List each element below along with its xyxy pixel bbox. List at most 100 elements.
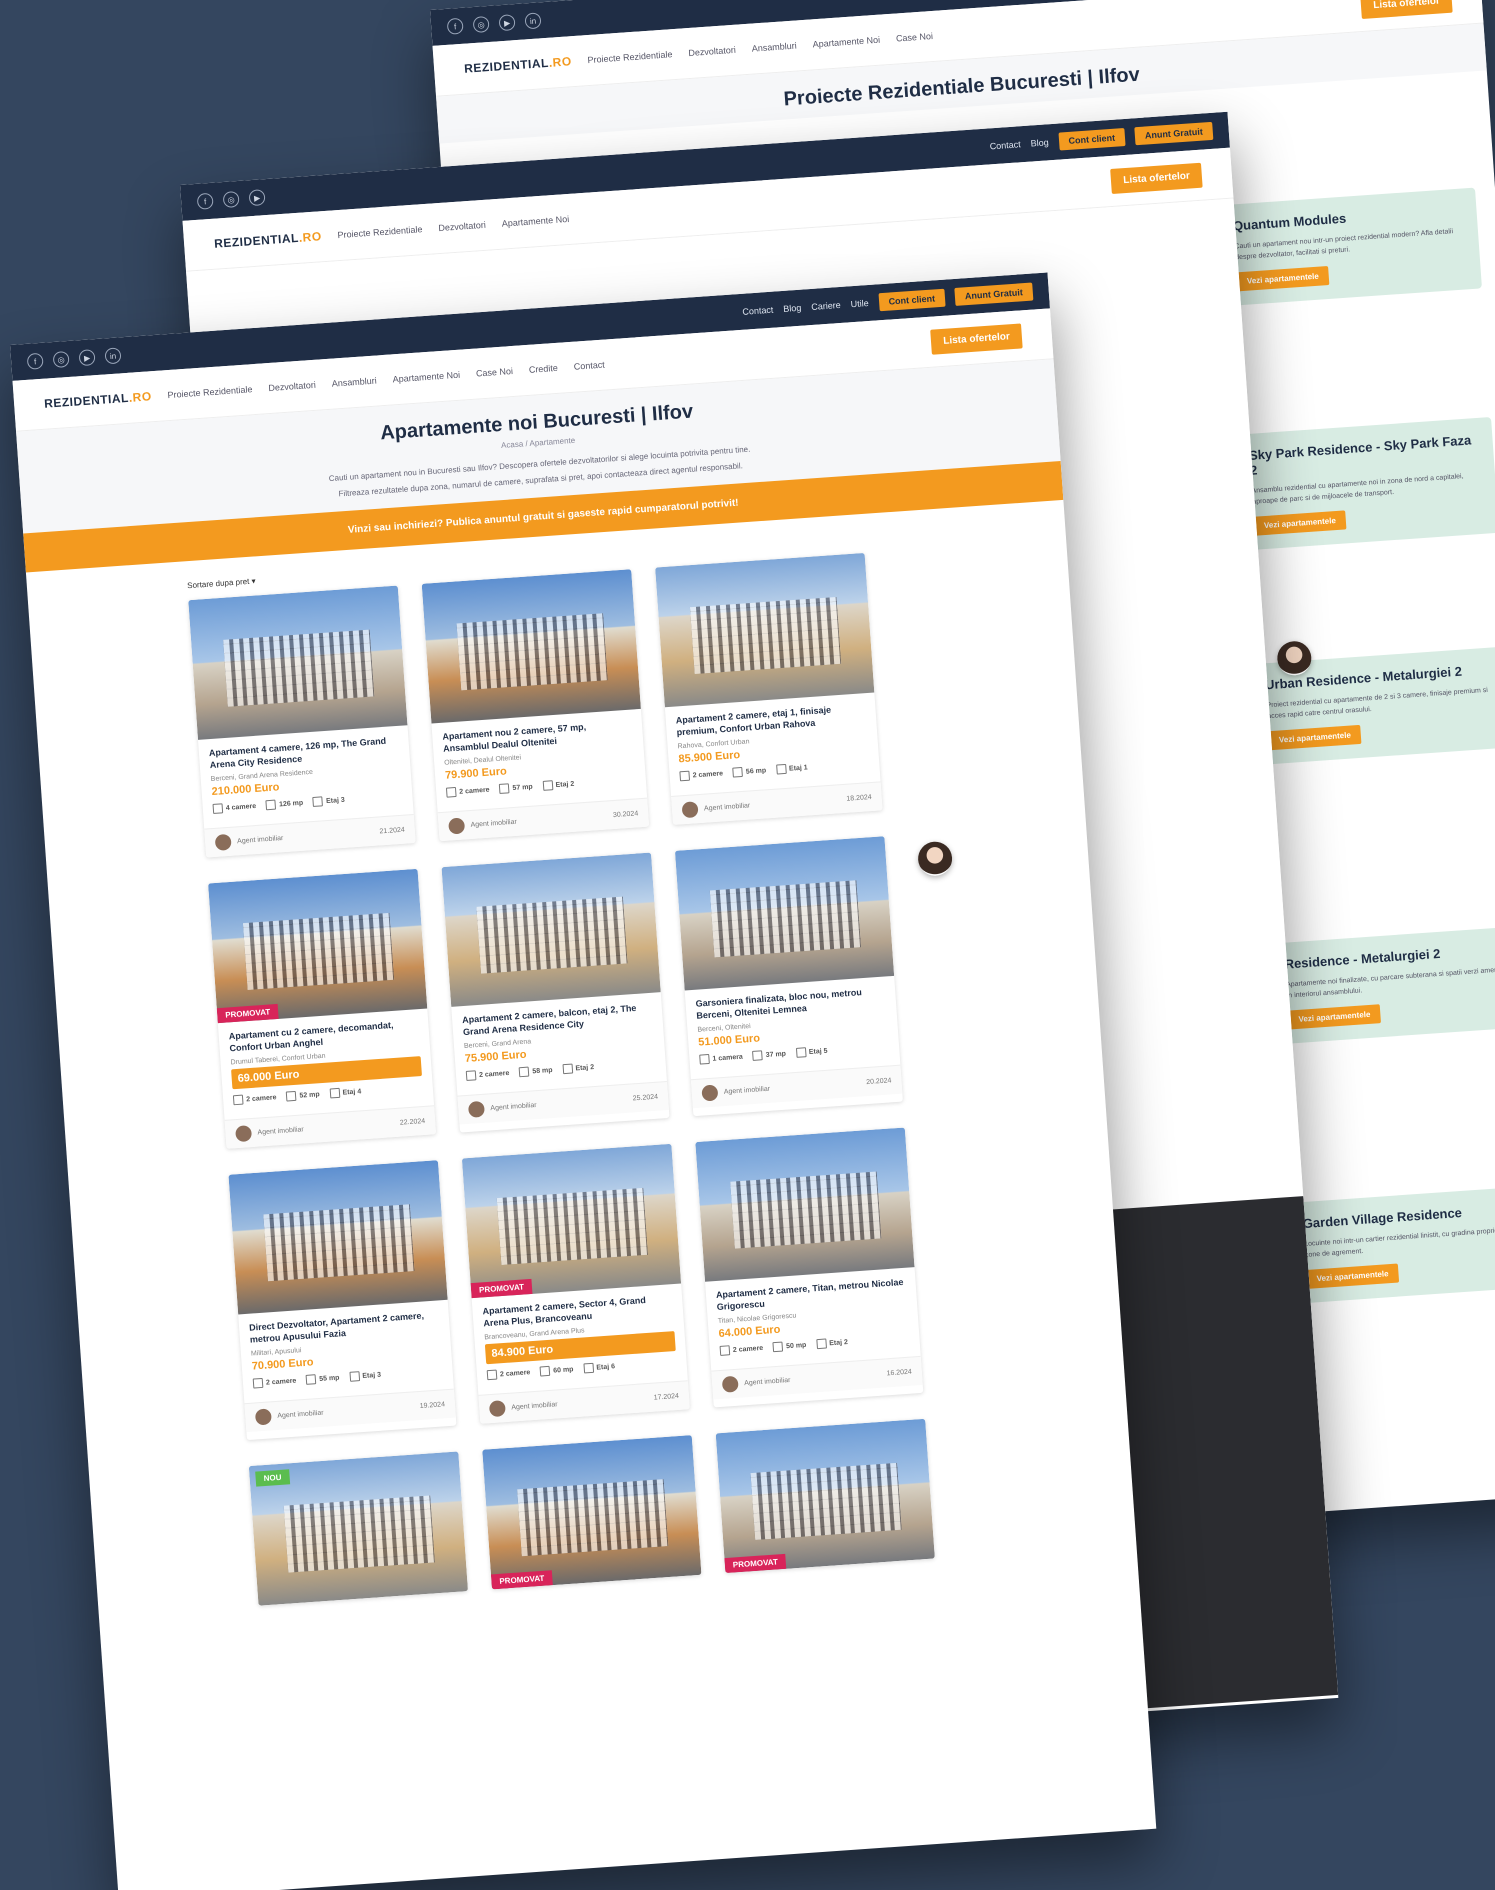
listing-card[interactable]: NOU — [248, 1451, 469, 1606]
instagram-icon[interactable]: ◎ — [52, 350, 70, 369]
listing-photo[interactable] — [228, 1160, 448, 1315]
instagram-icon[interactable]: ◎ — [472, 15, 490, 34]
listing-photo[interactable] — [441, 852, 661, 1007]
listing-area: 57 mp — [512, 783, 533, 792]
listing-photo[interactable] — [695, 1127, 915, 1282]
listing-photo[interactable] — [188, 585, 408, 740]
project-card[interactable]: Residence - Metalurgiei 2 Apartamente no… — [1269, 925, 1495, 1045]
rooms-icon — [252, 1377, 264, 1389]
youtube-icon[interactable]: ▶ — [498, 14, 516, 32]
facebook-icon[interactable]: f — [446, 17, 464, 35]
listing-floor: Etaj 4 — [342, 1087, 362, 1097]
listing-rooms: 2 camere — [692, 769, 724, 779]
facebook-icon[interactable]: f — [196, 192, 214, 210]
project-card[interactable]: Quantum Modules Cauti un apartament nou … — [1217, 187, 1482, 307]
facebook-icon[interactable]: f — [26, 352, 44, 370]
nav-item-houses[interactable]: Case Noi — [896, 31, 934, 44]
listing-rooms: 4 camere — [225, 802, 257, 812]
offers-list-button[interactable]: Lista ofertelor — [1110, 162, 1203, 194]
topbar-link-contact[interactable]: Contact — [742, 305, 774, 317]
nav-item-projects[interactable]: Proiecte Rezidentiale — [337, 224, 423, 240]
floor-icon — [775, 763, 787, 775]
project-button[interactable]: Vezi apartamentele — [1287, 1004, 1382, 1030]
listing-card[interactable]: Garsoniera finalizata, bloc nou, metrou … — [674, 836, 903, 1117]
topbar-link-blog[interactable]: Blog — [783, 303, 802, 314]
listing-card[interactable]: Direct Dezvoltator, Apartament 2 camere,… — [228, 1160, 457, 1441]
linkedin-icon[interactable]: in — [524, 12, 542, 30]
nav-item-apartments[interactable]: Apartamente Noi — [812, 35, 880, 50]
site-logo[interactable]: REZIDENTIAL.RO — [464, 54, 572, 75]
project-text: Ansamblu rezidential cu apartamente noi … — [1251, 473, 1464, 506]
listing-card[interactable]: PROMOVAT — [482, 1435, 702, 1590]
floor-icon — [795, 1047, 807, 1058]
site-logo[interactable]: REZIDENTIAL.RO — [44, 389, 152, 410]
listing-photo[interactable]: PROMOVAT — [208, 868, 428, 1024]
listing-card[interactable]: Apartament nou 2 camere, 57 mp, Ansamblu… — [421, 569, 650, 842]
listing-card[interactable]: Apartament 4 camere, 126 mp, The Grand A… — [188, 585, 416, 858]
free-listing-button[interactable]: Anunt Gratuit — [1134, 121, 1214, 146]
youtube-icon[interactable]: ▶ — [78, 349, 96, 367]
listing-photo[interactable] — [674, 836, 895, 991]
nav-item-complexes[interactable]: Ansambluri — [751, 41, 797, 54]
nav-item-contact[interactable]: Contact — [573, 360, 605, 372]
listing-date: 22.2024 — [399, 1117, 426, 1127]
nav-item-developers[interactable]: Dezvoltatori — [438, 220, 486, 233]
listing-photo[interactable]: PROMOVAT — [461, 1143, 682, 1299]
nav-item-developers[interactable]: Dezvoltatori — [268, 380, 316, 393]
linkedin-icon[interactable]: in — [104, 347, 122, 365]
instagram-icon[interactable]: ◎ — [222, 190, 240, 209]
listing-card[interactable]: Apartament 2 camere, balcon, etaj 2, The… — [441, 852, 670, 1133]
nav-item-apartments[interactable]: Apartamente Noi — [392, 370, 460, 385]
agent-avatar — [681, 801, 699, 819]
offers-list-button[interactable]: Lista ofertelor — [1360, 0, 1453, 19]
project-button[interactable]: Vezi apartamentele — [1253, 510, 1347, 536]
nav-item-complexes[interactable]: Ansambluri — [331, 376, 377, 389]
area-icon — [539, 1365, 551, 1377]
nav-item-projects[interactable]: Proiecte Rezidentiale — [167, 384, 253, 400]
listing-floor: Etaj 3 — [325, 796, 345, 805]
topbar-link-blog[interactable]: Blog — [1030, 137, 1049, 148]
listing-card[interactable]: PROMOVAT Apartament cu 2 camere, decoman… — [208, 868, 437, 1149]
client-account-button[interactable]: Cont client — [878, 288, 946, 312]
listing-photo[interactable] — [655, 552, 875, 708]
listing-floor: Etaj 5 — [808, 1047, 828, 1056]
youtube-icon[interactable]: ▶ — [248, 189, 266, 207]
topbar-link-contact[interactable]: Contact — [989, 139, 1021, 151]
listing-photo[interactable]: PROMOVAT — [482, 1435, 702, 1590]
nav-item-apartments[interactable]: Apartamente Noi — [501, 214, 569, 229]
listing-photo[interactable] — [421, 569, 641, 724]
nav-item-projects[interactable]: Proiecte Rezidentiale — [587, 49, 673, 65]
listing-photo[interactable]: NOU — [248, 1451, 469, 1606]
listing-card[interactable]: Apartament 2 camere, Titan, metrou Nicol… — [695, 1127, 924, 1408]
client-account-button[interactable]: Cont client — [1057, 127, 1126, 151]
listing-photo[interactable]: PROMOVAT — [715, 1418, 935, 1574]
project-button[interactable]: Vezi apartamentele — [1268, 724, 1362, 751]
area-icon — [772, 1341, 784, 1353]
listing-card[interactable]: PROMOVAT — [715, 1418, 935, 1574]
area-icon — [499, 783, 510, 794]
agent-avatar — [235, 1125, 253, 1143]
listing-floor: Etaj 2 — [575, 1063, 595, 1072]
project-button[interactable]: Vezi apartamentele — [1306, 1263, 1400, 1289]
topbar-link-useful[interactable]: Utile — [850, 298, 869, 309]
listing-area: 55 mp — [318, 1374, 340, 1383]
site-logo[interactable]: REZIDENTIAL.RO — [214, 229, 322, 250]
project-button[interactable]: Vezi apartamentele — [1236, 265, 1330, 292]
floor-icon — [349, 1371, 360, 1382]
nav-item-credits[interactable]: Credite — [529, 363, 559, 375]
topbar-link-careers[interactable]: Cariere — [811, 300, 841, 312]
nav-item-houses[interactable]: Case Noi — [476, 366, 514, 379]
listing-floor: Etaj 6 — [596, 1362, 616, 1372]
listing-card[interactable]: PROMOVAT Apartament 2 camere, Sector 4, … — [461, 1143, 690, 1424]
rooms-icon — [445, 786, 457, 798]
listing-floor: Etaj 2 — [828, 1338, 849, 1347]
free-listing-button[interactable]: Anunt Gratuit — [954, 282, 1034, 306]
offers-list-button[interactable]: Lista ofertelor — [930, 322, 1023, 355]
floor-icon — [329, 1087, 340, 1099]
project-card[interactable]: Sky Park Residence - Sky Park Faza 2 Ans… — [1233, 416, 1495, 551]
project-card[interactable]: Garden Village Residence Locuinte noi in… — [1287, 1185, 1495, 1304]
listing-rooms: 2 camere — [478, 1069, 510, 1079]
nav-item-developers[interactable]: Dezvoltatori — [688, 45, 736, 58]
listing-rooms: 2 camere — [265, 1377, 297, 1387]
listing-card[interactable]: Apartament 2 camere, etaj 1, finisaje pr… — [655, 552, 883, 825]
